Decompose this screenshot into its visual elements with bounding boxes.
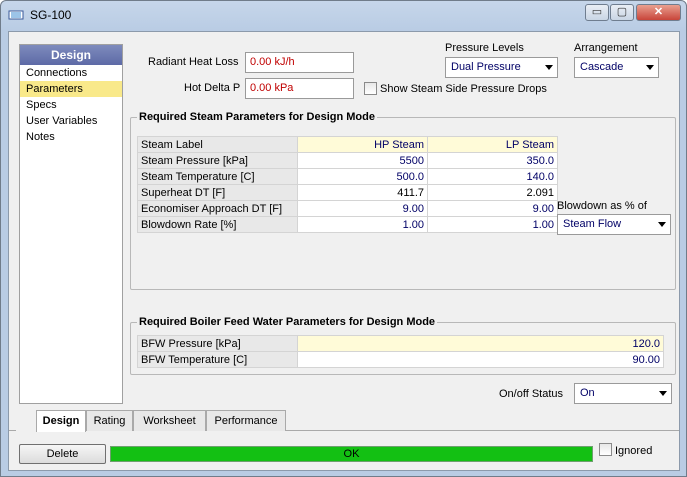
blowdown-basis-value: Steam Flow — [563, 218, 622, 230]
minimize-icon: ▭ — [591, 6, 603, 18]
nav-header: Design — [20, 45, 122, 65]
row-label: Blowdown Rate [%] — [137, 216, 298, 233]
tab-design[interactable]: Design — [36, 410, 86, 432]
row-label: Superheat DT [F] — [137, 184, 298, 201]
radiant-heat-loss-label: Radiant Heat Loss — [148, 56, 239, 68]
table-row: Steam Label HP Steam LP Steam — [137, 136, 558, 153]
chevron-down-icon — [659, 391, 667, 396]
hp-cell[interactable]: 500.0 — [297, 168, 428, 185]
nav-item-specs[interactable]: Specs — [20, 97, 122, 113]
window-title: SG-100 — [30, 8, 72, 22]
arrangement-label: Arrangement — [574, 42, 638, 54]
steam-group-title: Required Steam Parameters for Design Mod… — [137, 111, 377, 123]
tab-spacer — [16, 410, 36, 431]
arrangement-select[interactable]: Cascade — [574, 57, 659, 78]
window: SG-100 ▭ ▢ ✕ Design Connections Paramete… — [0, 0, 687, 477]
nav-item-notes[interactable]: Notes — [20, 129, 122, 145]
pressure-levels-value: Dual Pressure — [451, 61, 521, 73]
steam-label-header: Steam Label — [137, 136, 298, 153]
ignored-label: Ignored — [615, 445, 653, 457]
table-row: Economiser Approach DT [F] 9.00 9.00 — [137, 200, 558, 217]
arrangement-value: Cascade — [580, 61, 624, 73]
close-icon: ✕ — [653, 6, 664, 18]
onoff-status-value: On — [580, 387, 595, 399]
maximize-button[interactable]: ▢ — [610, 4, 634, 21]
ignored-checkbox[interactable] — [599, 443, 612, 456]
row-label: Steam Temperature [C] — [137, 168, 298, 185]
row-label: BFW Pressure [kPa] — [137, 335, 298, 352]
show-pressure-drops-checkbox[interactable] — [364, 82, 377, 95]
bfw-temperature-cell[interactable]: 90.00 — [297, 351, 664, 368]
tab-worksheet[interactable]: Worksheet — [133, 410, 206, 431]
delete-button[interactable]: Delete — [19, 444, 106, 464]
bfw-parameters-group: Required Boiler Feed Water Parameters fo… — [130, 316, 676, 375]
nav-item-user-variables[interactable]: User Variables — [20, 113, 122, 129]
pressure-levels-label: Pressure Levels — [445, 42, 524, 54]
hp-cell: 411.7 — [297, 184, 428, 201]
table-row: Steam Temperature [C] 500.0 140.0 — [137, 168, 558, 185]
hot-delta-p-field[interactable]: 0.00 kPa — [245, 78, 354, 99]
close-button[interactable]: ✕ — [636, 4, 681, 21]
lp-steam-header[interactable]: LP Steam — [427, 136, 558, 153]
blowdown-label: Blowdown as % of — [557, 200, 647, 212]
hp-steam-header[interactable]: HP Steam — [297, 136, 428, 153]
bfw-table: BFW Pressure [kPa] 120.0 BFW Temperature … — [137, 335, 664, 368]
hot-delta-p-label: Hot Delta P — [184, 82, 241, 94]
nav-item-connections[interactable]: Connections — [20, 65, 122, 81]
steam-generator-icon — [8, 10, 24, 20]
hp-cell[interactable]: 1.00 — [297, 216, 428, 233]
table-row: BFW Temperature [C] 90.00 — [137, 351, 664, 368]
table-row: BFW Pressure [kPa] 120.0 — [137, 335, 664, 352]
show-pressure-drops-label: Show Steam Side Pressure Drops — [380, 83, 547, 95]
blowdown-basis-select[interactable]: Steam Flow — [557, 214, 671, 235]
onoff-status-label: On/off Status — [499, 388, 564, 400]
table-row: Superheat DT [F] 411.7 2.091 — [137, 184, 558, 201]
pressure-levels-select[interactable]: Dual Pressure — [445, 57, 558, 78]
onoff-status-select[interactable]: On — [574, 383, 672, 404]
client-area: Design Connections Parameters Specs User… — [8, 31, 680, 471]
lp-cell[interactable]: 350.0 — [427, 152, 558, 169]
row-label: Steam Pressure [kPa] — [137, 152, 298, 169]
nav-item-parameters[interactable]: Parameters — [20, 81, 122, 97]
row-label: BFW Temperature [C] — [137, 351, 298, 368]
minimize-button[interactable]: ▭ — [585, 4, 609, 21]
bfw-pressure-cell[interactable]: 120.0 — [297, 335, 664, 352]
chevron-down-icon — [545, 65, 553, 70]
design-nav: Design Connections Parameters Specs User… — [19, 44, 123, 404]
chevron-down-icon — [646, 65, 654, 70]
title-bar: SG-100 ▭ ▢ ✕ — [1, 1, 686, 30]
lp-cell[interactable]: 9.00 — [427, 200, 558, 217]
tab-performance[interactable]: Performance — [206, 410, 286, 431]
bfw-group-title: Required Boiler Feed Water Parameters fo… — [137, 316, 438, 328]
hp-cell[interactable]: 5500 — [297, 152, 428, 169]
lp-cell[interactable]: 1.00 — [427, 216, 558, 233]
radiant-heat-loss-field[interactable]: 0.00 kJ/h — [245, 52, 354, 73]
tab-rating[interactable]: Rating — [86, 410, 133, 431]
hp-cell[interactable]: 9.00 — [297, 200, 428, 217]
maximize-icon: ▢ — [616, 6, 628, 18]
lp-cell[interactable]: 140.0 — [427, 168, 558, 185]
chevron-down-icon — [658, 222, 666, 227]
table-row: Steam Pressure [kPa] 5500 350.0 — [137, 152, 558, 169]
lp-cell: 2.091 — [427, 184, 558, 201]
steam-parameters-group: Required Steam Parameters for Design Mod… — [130, 111, 676, 290]
row-label: Economiser Approach DT [F] — [137, 200, 298, 217]
status-bar: OK — [110, 446, 593, 462]
table-row: Blowdown Rate [%] 1.00 1.00 — [137, 216, 558, 233]
steam-table: Steam Label HP Steam LP Steam Steam Pres… — [137, 136, 558, 233]
